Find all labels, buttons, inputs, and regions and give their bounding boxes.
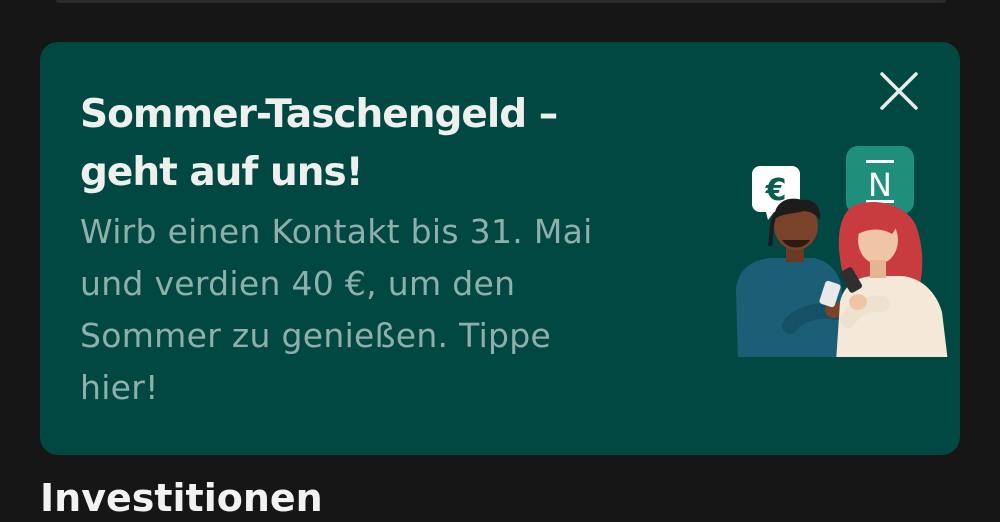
promo-description-line-4: hier!	[80, 368, 159, 407]
woman-figure	[836, 202, 948, 362]
promo-description-line-3: Sommer zu genießen. Tippe	[80, 316, 552, 355]
two-people-phones-illustration: € N	[736, 146, 948, 362]
previous-card-edge	[56, 0, 946, 3]
section-heading-investments: Investitionen	[40, 476, 323, 520]
close-button[interactable]	[876, 68, 922, 114]
referral-promo-card[interactable]: Sommer-Taschengeld – geht auf uns! Wirb e…	[40, 42, 960, 455]
man-figure	[736, 198, 844, 362]
promo-title-line-1: Sommer-Taschengeld –	[80, 92, 558, 137]
promo-description: Wirb einen Kontakt bis 31. Mai und verdie…	[80, 206, 680, 414]
referral-illustration: € N	[730, 142, 950, 362]
close-icon	[880, 72, 918, 110]
promo-description-line-2: und verdien 40 €, um den	[80, 264, 516, 303]
app-logo-letter: N	[868, 166, 892, 204]
promo-title: Sommer-Taschengeld – geht auf uns!	[80, 86, 640, 202]
promo-title-line-2: geht auf uns!	[80, 150, 364, 195]
promo-description-line-1: Wirb einen Kontakt bis 31. Mai	[80, 212, 593, 251]
